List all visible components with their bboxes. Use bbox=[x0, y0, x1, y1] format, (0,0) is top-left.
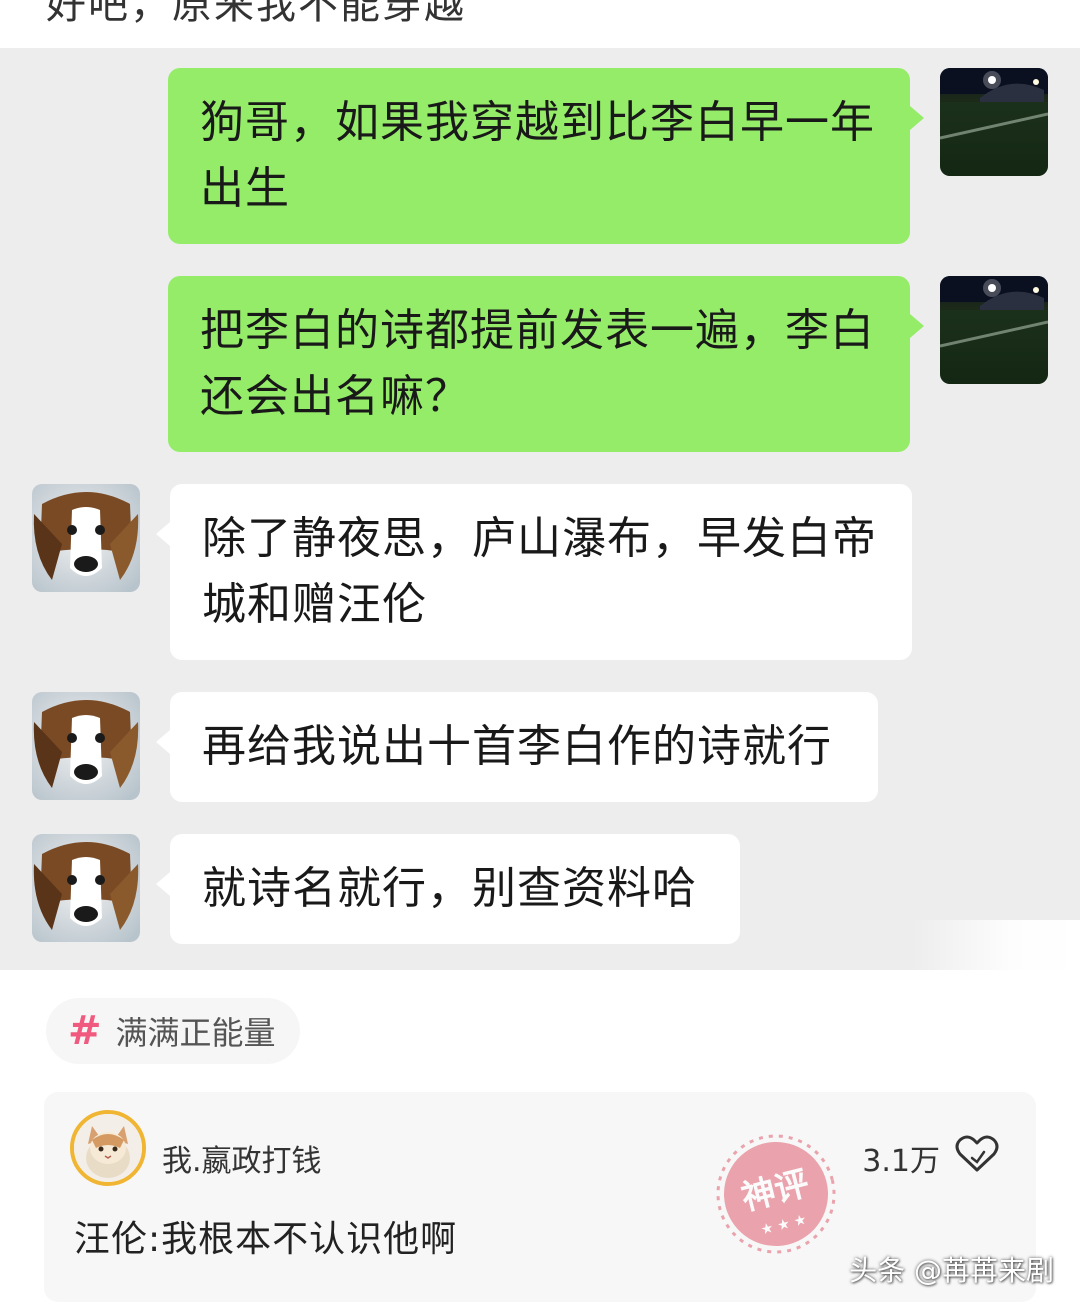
watermark: 头条 @苒苒来剧 bbox=[849, 1254, 1054, 1287]
friend-message-bubble: 再给我说出十首李白作的诗就行 bbox=[156, 692, 878, 802]
friend-avatar[interactable] bbox=[32, 484, 140, 592]
topic-tag-label: 满满正能量 bbox=[115, 1014, 276, 1052]
hash-icon: # bbox=[68, 1008, 102, 1054]
comment-like-count: 3.1万 bbox=[862, 1144, 940, 1179]
soccer-field-photo-icon bbox=[940, 276, 1048, 384]
image-edge-fade bbox=[912, 920, 1080, 970]
cat-photo-icon bbox=[74, 1114, 142, 1182]
message-text: 就诗名就行，别查资料哈 bbox=[202, 863, 697, 914]
dog-photo-icon bbox=[32, 692, 140, 800]
message-text: 狗哥，如果我穿越到比李白早一年出生 bbox=[200, 97, 875, 214]
dog-photo-icon bbox=[32, 484, 140, 592]
commenter-username[interactable]: 我.嬴政打钱 bbox=[162, 1136, 322, 1180]
friend-message-bubble: 就诗名就行，别查资料哈 bbox=[156, 834, 740, 944]
topic-tag[interactable]: # 满满正能量 bbox=[46, 998, 300, 1064]
comment-text: 汪伦:我根本不认识他啊 bbox=[74, 1219, 458, 1260]
heart-icon[interactable] bbox=[954, 1132, 1000, 1174]
dog-photo-icon bbox=[32, 834, 140, 942]
friend-avatar[interactable] bbox=[32, 834, 140, 942]
message-text: 把李白的诗都提前发表一遍，李白还会出名嘛？ bbox=[200, 305, 875, 422]
message-text: 除了静夜思，庐山瀑布，早发白帝城和赠汪伦 bbox=[202, 513, 877, 630]
hot-comment-stamp-icon: 神评 ★ ★ ★ bbox=[716, 1134, 836, 1254]
message-text: 再给我说出十首李白作的诗就行 bbox=[202, 721, 832, 772]
previous-message-cutoff: 好吧，原来我不能穿越 bbox=[0, 0, 1080, 48]
previous-message-text: 好吧，原来我不能穿越 bbox=[46, 0, 466, 28]
my-avatar[interactable] bbox=[940, 276, 1048, 384]
soccer-field-photo-icon bbox=[940, 68, 1048, 176]
my-avatar[interactable] bbox=[940, 68, 1048, 176]
commenter-avatar[interactable] bbox=[70, 1110, 146, 1186]
chat-screenshot: 狗哥，如果我穿越到比李白早一年出生 把李白的诗都提前发表一遍，李白还会出名嘛？ bbox=[0, 48, 1080, 970]
my-message-bubble: 狗哥，如果我穿越到比李白早一年出生 bbox=[168, 68, 924, 244]
friend-avatar[interactable] bbox=[32, 692, 140, 800]
friend-message-bubble: 除了静夜思，庐山瀑布，早发白帝城和赠汪伦 bbox=[156, 484, 912, 660]
my-message-bubble: 把李白的诗都提前发表一遍，李白还会出名嘛？ bbox=[168, 276, 924, 452]
